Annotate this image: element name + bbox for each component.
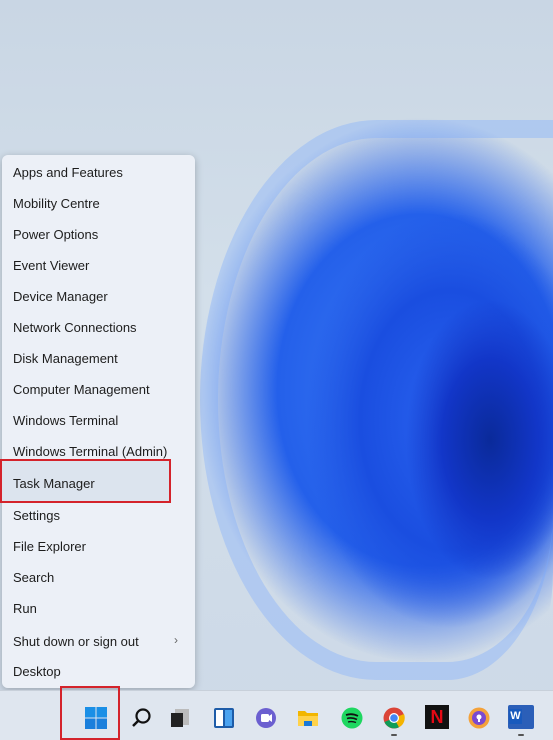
running-indicator	[518, 734, 524, 736]
chrome-icon[interactable]	[383, 707, 405, 729]
spotify-icon[interactable]	[341, 707, 363, 729]
menu-item-apps-features[interactable]: Apps and Features	[13, 165, 123, 180]
teams-chat-icon[interactable]	[255, 707, 277, 729]
menu-item-shut-down[interactable]: Shut down or sign out	[13, 634, 139, 649]
file-explorer-icon[interactable]	[297, 707, 319, 729]
menu-item-search[interactable]: Search	[13, 570, 54, 585]
chevron-right-icon: ›	[174, 633, 178, 647]
widgets-icon[interactable]	[213, 707, 235, 729]
menu-item-event-viewer[interactable]: Event Viewer	[13, 258, 89, 273]
menu-item-run[interactable]: Run	[13, 601, 37, 616]
quick-link-menu: Apps and Features Mobility Centre Power …	[2, 155, 195, 688]
running-indicator	[391, 734, 397, 736]
menu-item-power-options[interactable]: Power Options	[13, 227, 98, 242]
menu-item-disk-management[interactable]: Disk Management	[13, 351, 118, 366]
menu-item-task-manager[interactable]: Task Manager	[13, 476, 95, 491]
vpn-icon[interactable]	[468, 707, 490, 729]
task-view-icon[interactable]	[169, 707, 191, 729]
menu-item-file-explorer[interactable]: File Explorer	[13, 539, 86, 554]
windows-start-icon[interactable]	[85, 707, 107, 729]
menu-item-device-manager[interactable]: Device Manager	[13, 289, 108, 304]
menu-item-settings[interactable]: Settings	[13, 508, 60, 523]
word-letter: W	[509, 709, 522, 724]
menu-item-desktop[interactable]: Desktop	[13, 664, 61, 679]
word-icon[interactable]: W	[508, 705, 534, 729]
search-icon[interactable]	[130, 707, 152, 729]
menu-item-windows-terminal-admin[interactable]: Windows Terminal (Admin)	[13, 444, 167, 459]
netflix-icon[interactable]: N	[425, 705, 449, 729]
menu-item-network-connections[interactable]: Network Connections	[13, 320, 137, 335]
wallpaper-ribbon	[200, 120, 553, 680]
highlight-box-task-manager[interactable]: Task Manager	[0, 459, 171, 503]
menu-item-computer-management[interactable]: Computer Management	[13, 382, 150, 397]
menu-item-windows-terminal[interactable]: Windows Terminal	[13, 413, 118, 428]
menu-item-mobility-centre[interactable]: Mobility Centre	[13, 196, 100, 211]
